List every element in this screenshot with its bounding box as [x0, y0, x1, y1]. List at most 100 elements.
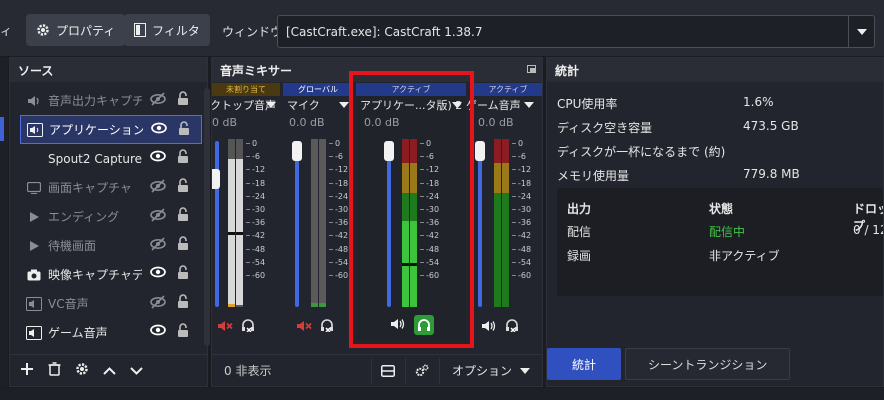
table-cell: 0 / 12	[853, 223, 883, 237]
level-meter	[236, 139, 243, 307]
eye-icon[interactable]	[150, 324, 166, 339]
eye-hidden-icon[interactable]	[150, 208, 166, 225]
chevron-down-icon[interactable]	[848, 16, 874, 47]
eye-hidden-icon[interactable]	[150, 295, 166, 312]
gear-icon	[36, 23, 50, 37]
source-item[interactable]: 画面キャプチャ	[20, 173, 202, 202]
source-item[interactable]: 映像キャプチャデバ	[20, 260, 202, 289]
bottom-bar	[0, 388, 884, 400]
properties-button[interactable]: プロパティ	[26, 14, 126, 46]
volume-fader-knob[interactable]	[292, 141, 302, 161]
window-select[interactable]: [CastCraft.exe]: CastCraft 1.38.7	[277, 15, 875, 48]
table-cell: 録画	[567, 249, 592, 263]
chevron-up-icon[interactable]	[103, 364, 116, 378]
play-icon	[26, 238, 42, 254]
volume-fader-knob[interactable]	[475, 141, 485, 161]
lock-icon[interactable]	[177, 265, 189, 283]
window-label: ウィンドウ	[222, 25, 283, 39]
speaker-icon	[26, 325, 42, 341]
tab-scene-transition[interactable]: シーントランジション	[625, 348, 791, 380]
lock-icon[interactable]	[177, 323, 189, 341]
advanced-audio-settings-icon[interactable]	[404, 357, 439, 384]
source-item[interactable]: ゲーム音声	[20, 318, 202, 347]
scale-tick: -18	[329, 177, 348, 190]
volume-fader[interactable]	[215, 141, 219, 307]
eye-icon[interactable]	[150, 266, 166, 281]
mixer-channel-desktop: 未割り当て クトップ音声 0 dB 0 -6 -12 -18 -24 -30 -36 -42-…	[212, 83, 280, 341]
lock-icon[interactable]	[177, 91, 189, 109]
table-header: 出力	[567, 202, 592, 216]
volume-fader-knob[interactable]	[212, 169, 220, 189]
chevron-down-icon[interactable]	[130, 364, 143, 378]
table-header: 状態	[709, 202, 734, 216]
channel-badge: グローバル	[283, 83, 353, 96]
layout-toggle-icon[interactable]	[370, 357, 405, 384]
undock-icon[interactable]	[527, 65, 536, 73]
source-label: 音声出力キャプチ	[48, 94, 142, 108]
eye-hidden-icon[interactable]	[150, 92, 166, 109]
options-label: オプション	[451, 364, 512, 378]
scale-tick: -36	[512, 216, 531, 229]
source-label: 映像キャプチャデバ	[48, 268, 142, 282]
scale-tick: -60	[329, 269, 348, 282]
table-cell: 非アクティブ	[709, 249, 780, 263]
eye-hidden-icon[interactable]	[150, 179, 166, 196]
source-item[interactable]: VC音声	[20, 289, 202, 318]
source-item[interactable]: 待機画面	[20, 231, 202, 260]
lock-icon[interactable]	[177, 294, 189, 312]
lock-icon[interactable]	[178, 121, 190, 139]
mute-icon[interactable]	[297, 320, 312, 335]
add-icon[interactable]	[20, 362, 34, 379]
lock-icon[interactable]	[177, 149, 189, 167]
source-item-selected[interactable]: アプリケーション音声	[20, 115, 202, 144]
stats-title-text: 統計	[555, 63, 580, 78]
properties-label: プロパティ	[56, 23, 116, 38]
source-item[interactable]: 音声出力キャプチ	[20, 86, 202, 115]
sources-toolbar	[10, 354, 207, 386]
scale-tick: -54	[329, 256, 348, 269]
filter-label: フィルタ	[152, 23, 200, 38]
scale-tick: -54	[246, 256, 265, 269]
speaker-icon	[27, 122, 43, 138]
db-scale: 0 -6 -12 -18 -24 -30 -36 -42 -48 -54 -60	[329, 137, 348, 282]
source-item[interactable]: Spout2 Capture	[20, 144, 202, 173]
lock-icon[interactable]	[177, 178, 189, 196]
speaker-icon[interactable]	[482, 320, 497, 335]
headphones-off-icon[interactable]	[241, 319, 255, 335]
window-select-value: [CastCraft.exe]: CastCraft 1.38.7	[286, 24, 483, 39]
mixer-title-text: 音声ミキサー	[220, 63, 293, 78]
eye-icon[interactable]	[151, 122, 167, 137]
stat-label: ディスクが一杯になるまで (約)	[557, 145, 726, 159]
headphones-off-icon[interactable]	[505, 319, 519, 335]
source-label: アプリケーション音声	[49, 123, 143, 137]
trash-icon[interactable]	[48, 362, 61, 379]
scale-tick: -60	[512, 269, 531, 282]
eye-hidden-icon[interactable]	[150, 237, 166, 254]
scale-tick: -12	[246, 163, 265, 176]
stats-tabs: 統計 シーントランジション	[547, 348, 791, 380]
scale-tick: -36	[329, 216, 348, 229]
sources-scrollbar[interactable]	[204, 88, 210, 346]
monitor-icon	[26, 180, 42, 196]
stat-label: ディスク空き容量	[557, 121, 653, 135]
lock-icon[interactable]	[177, 236, 189, 254]
filter-button[interactable]: フィルタ	[124, 14, 210, 46]
db-scale: 0 -6 -12 -18 -24 -30 -36 -42 -48 -54 -60	[512, 137, 531, 282]
channel-name-select[interactable]: ゲーム音声	[466, 96, 542, 114]
stat-value: 1.6%	[743, 95, 774, 109]
speaker-icon	[26, 93, 42, 109]
volume-fader[interactable]	[295, 141, 299, 307]
scale-tick: -6	[329, 150, 348, 163]
gear-icon[interactable]	[75, 362, 89, 379]
mute-icon[interactable]	[218, 320, 233, 335]
volume-fader[interactable]	[478, 141, 482, 307]
channel-name-select[interactable]: クトップ音声	[212, 96, 280, 114]
eye-icon[interactable]	[150, 150, 166, 165]
headphones-off-icon[interactable]	[320, 319, 334, 335]
channel-name-select[interactable]: マイク	[283, 96, 353, 114]
tab-stats[interactable]: 統計	[547, 348, 621, 380]
scale-tick: -30	[246, 203, 265, 216]
options-dropdown[interactable]: オプション	[438, 357, 542, 384]
source-item[interactable]: エンディング	[20, 202, 202, 231]
lock-icon[interactable]	[177, 207, 189, 225]
